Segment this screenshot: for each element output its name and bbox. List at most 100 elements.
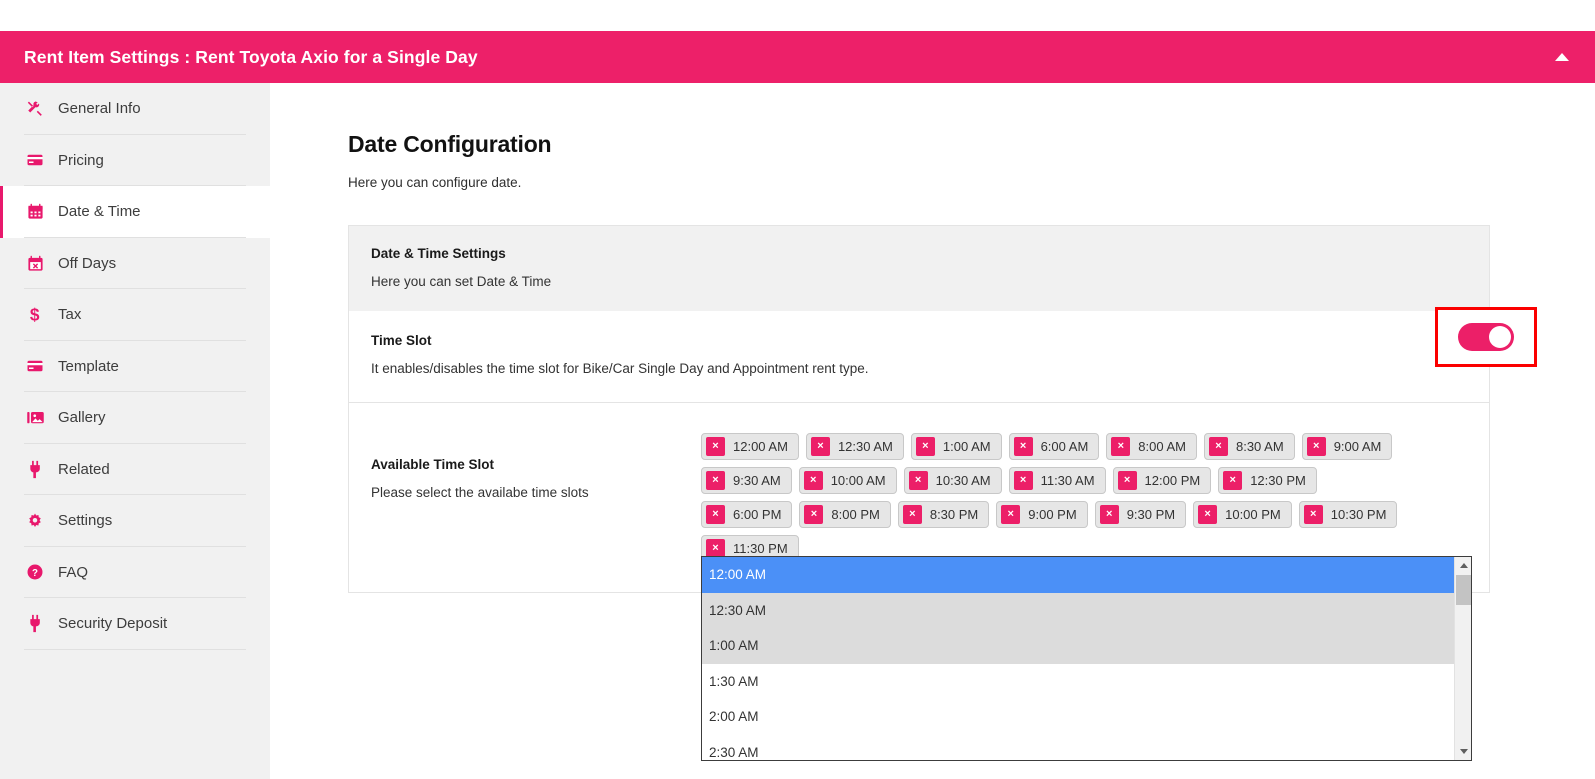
time-slot-chip[interactable]: × 10:30 PM	[1298, 501, 1398, 528]
sidebar-item-tax[interactable]: $ Tax	[0, 289, 270, 341]
chip-remove-icon[interactable]: ×	[1198, 505, 1218, 524]
time-slot-chip[interactable]: × 9:30 PM	[1094, 501, 1187, 528]
time-slot-chip[interactable]: × 12:00 PM	[1112, 467, 1212, 494]
chip-label: 10:00 PM	[1225, 507, 1281, 522]
chip-remove-icon[interactable]: ×	[1099, 505, 1119, 524]
chip-remove-icon[interactable]: ×	[706, 471, 725, 490]
question-circle-icon: ?	[24, 562, 46, 582]
chip-label: 11:30 AM	[1040, 473, 1095, 488]
time-slot-chip[interactable]: × 9:00 PM	[996, 501, 1088, 528]
chip-label: 9:30 AM	[733, 473, 781, 488]
dropdown-option[interactable]: 12:00 AM	[702, 557, 1454, 593]
sidebar-item-label: Gallery	[58, 409, 106, 427]
caret-up-icon[interactable]	[1455, 557, 1471, 574]
sidebar-item-label: Security Deposit	[58, 615, 168, 633]
chip-remove-icon[interactable]: ×	[803, 471, 823, 490]
chip-label: 10:30 AM	[935, 473, 991, 488]
time-slot-chip[interactable]: × 8:00 PM	[799, 501, 891, 528]
dropdown-option[interactable]: 12:30 AM	[702, 592, 1454, 628]
chip-label: 12:30 AM	[837, 439, 893, 454]
chip-remove-icon[interactable]: ×	[908, 471, 928, 490]
sidebar-item-label: Tax	[58, 306, 82, 324]
sidebar-item-pricing[interactable]: Pricing	[0, 135, 270, 186]
chip-remove-icon[interactable]: ×	[1013, 471, 1033, 490]
chip-remove-icon[interactable]: ×	[706, 437, 725, 456]
plug-icon	[24, 459, 46, 479]
selected-time-slot-chips: × 12:00 AM × 12:30 AM × 1:00 AM × 6:00 AM × 8:00 …	[701, 433, 1408, 562]
card-header-title: Date & Time Settings	[371, 246, 506, 261]
dropdown-option[interactable]: 2:00 AM	[702, 699, 1454, 735]
svg-text:$: $	[30, 305, 40, 324]
chip-remove-icon[interactable]: ×	[706, 505, 725, 524]
chip-remove-icon[interactable]: ×	[804, 505, 824, 524]
chip-remove-icon[interactable]: ×	[1001, 505, 1021, 524]
time-slot-chip[interactable]: × 9:30 AM	[701, 467, 792, 494]
chip-remove-icon[interactable]: ×	[1111, 437, 1131, 456]
time-slot-chip[interactable]: × 10:30 AM	[903, 467, 1002, 494]
time-slot-chip[interactable]: × 8:30 PM	[897, 501, 990, 528]
plug-icon	[24, 614, 46, 634]
time-slot-chip[interactable]: × 10:00 AM	[798, 467, 897, 494]
time-slot-toggle[interactable]	[1458, 323, 1514, 351]
time-slot-chip[interactable]: × 12:30 AM	[805, 433, 904, 460]
chip-remove-icon[interactable]: ×	[902, 505, 922, 524]
credit-card-icon	[24, 356, 46, 376]
page-header: Rent Item Settings : Rent Toyota Axio fo…	[0, 31, 1595, 83]
sidebar-item-label: Related	[58, 460, 110, 478]
time-slot-chip[interactable]: × 6:00 PM	[701, 501, 793, 528]
sidebar-item-label: Pricing	[58, 151, 104, 169]
scrollbar-thumb[interactable]	[1456, 575, 1471, 605]
app-root: Rent Item Settings : Rent Toyota Axio fo…	[0, 0, 1595, 779]
time-slot-chip[interactable]: × 12:30 PM	[1218, 467, 1317, 494]
chip-label: 6:00 AM	[1040, 439, 1089, 454]
sidebar-item-security-deposit[interactable]: Security Deposit	[0, 598, 270, 650]
chip-remove-icon[interactable]: ×	[1223, 471, 1243, 490]
sidebar-item-gallery[interactable]: Gallery	[0, 392, 270, 444]
sidebar-item-general-info[interactable]: General Info	[0, 83, 270, 135]
dropdown-option[interactable]: 1:00 AM	[702, 628, 1454, 664]
time-slot-chip[interactable]: × 8:00 AM	[1106, 433, 1197, 460]
chip-label: 6:00 PM	[733, 507, 782, 522]
time-slot-chip[interactable]: × 6:00 AM	[1008, 433, 1100, 460]
time-slot-dropdown-list: 12:00 AM 12:30 AM 1:00 AM 1:30 AM 2:00 AM 2:3…	[702, 557, 1454, 760]
dropdown-scrollbar[interactable]	[1454, 557, 1471, 760]
chip-remove-icon[interactable]: ×	[1306, 437, 1326, 456]
sidebar-item-label: Settings	[58, 512, 113, 530]
caret-up-icon[interactable]	[1555, 53, 1569, 61]
time-slot-chip[interactable]: × 8:30 AM	[1203, 433, 1295, 460]
chip-label: 10:00 AM	[830, 473, 886, 488]
chip-remove-icon[interactable]: ×	[915, 437, 935, 456]
chip-remove-icon[interactable]: ×	[1303, 505, 1323, 524]
chip-remove-icon[interactable]: ×	[1208, 437, 1228, 456]
sidebar-item-template[interactable]: Template	[0, 341, 270, 392]
chip-label: 11:30 PM	[733, 541, 788, 556]
sidebar-item-off-days[interactable]: Off Days	[0, 238, 270, 289]
time-slot-chip[interactable]: × 12:00 AM	[701, 433, 799, 460]
sidebar-item-date-time[interactable]: Date & Time	[0, 186, 270, 238]
sidebar-item-faq[interactable]: ? FAQ	[0, 547, 270, 598]
sidebar-item-label: Date & Time	[58, 203, 141, 221]
credit-card-icon	[24, 150, 46, 170]
chip-label: 8:30 AM	[1235, 439, 1284, 454]
time-slot-chip[interactable]: × 9:00 AM	[1301, 433, 1393, 460]
time-slot-chip[interactable]: × 10:00 PM	[1193, 501, 1292, 528]
time-slot-dropdown[interactable]: 12:00 AM 12:30 AM 1:00 AM 1:30 AM 2:00 AM 2:3…	[701, 556, 1472, 761]
dropdown-option[interactable]: 1:30 AM	[702, 663, 1454, 699]
gear-icon	[24, 511, 46, 531]
sidebar-item-settings[interactable]: Settings	[0, 495, 270, 547]
sidebar-item-related[interactable]: Related	[0, 444, 270, 495]
caret-down-icon[interactable]	[1455, 743, 1471, 760]
chip-label: 9:00 PM	[1028, 507, 1077, 522]
chip-remove-icon[interactable]: ×	[1117, 471, 1137, 490]
settings-card: Date & Time Settings Here you can set Da…	[348, 225, 1537, 761]
time-slot-chip[interactable]: × 11:30 AM	[1008, 467, 1106, 494]
chip-remove-icon[interactable]: ×	[810, 437, 830, 456]
dropdown-option[interactable]: 2:30 AM	[702, 734, 1454, 760]
card-header-subtitle: Here you can set Date & Time	[371, 274, 552, 289]
chip-label: 12:00 PM	[1144, 473, 1201, 488]
chip-label: 12:00 AM	[733, 439, 788, 454]
calendar-icon	[24, 202, 46, 222]
available-time-slot-row: Available Time Slot Please select the av…	[349, 403, 1489, 761]
time-slot-chip[interactable]: × 1:00 AM	[910, 433, 1002, 460]
chip-remove-icon[interactable]: ×	[1013, 437, 1033, 456]
